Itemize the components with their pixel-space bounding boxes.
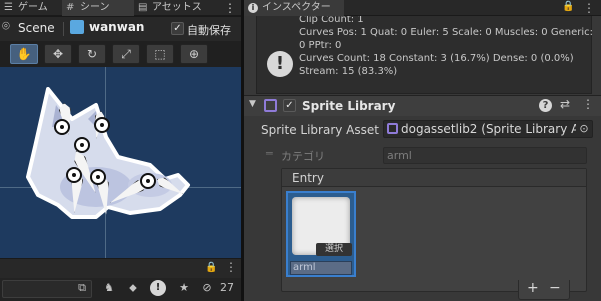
more-menu-icon[interactable]: ⋮ [224, 0, 236, 16]
gamepad-icon: ☰ [4, 2, 13, 13]
tab-assets[interactable]: ▤ アセットス [134, 0, 212, 16]
hidden-count-icon[interactable]: ⊘ [199, 279, 215, 297]
entry-item-selected[interactable]: 選択 arml [286, 191, 356, 277]
add-entry-button[interactable]: + [527, 280, 539, 296]
folder-icon: ▤ [138, 2, 148, 13]
scene-viewport[interactable] [0, 67, 241, 258]
entry-name-field[interactable]: arml [290, 261, 352, 275]
scene-label: Scene [18, 21, 55, 35]
create-icon[interactable]: ⧉ [74, 279, 90, 297]
info-line-4: Curves Count: 18 Constant: 3 (16.7%) Den… [299, 53, 574, 64]
tab-game-label: ゲーム [18, 2, 48, 13]
bone-joint[interactable] [54, 119, 70, 135]
left-tab-bar: ☰ ゲーム # シーン ▤ アセットス ⋮ [0, 0, 241, 16]
info-line-1: Clip Count: 1 [299, 16, 364, 25]
component-menu-icon[interactable]: ⋮ [582, 97, 594, 111]
dog-sprite[interactable] [0, 67, 241, 258]
tab-inspector-label: インスペクター [262, 2, 331, 13]
move-tool-button[interactable]: ✥ [44, 44, 72, 64]
info-line-5: Stream: 15 (83.3%) [299, 66, 398, 77]
sprite-library-icon [264, 99, 277, 112]
bone-joint[interactable] [90, 169, 106, 185]
category-value: arml [387, 149, 412, 162]
grid-icon: # [66, 2, 75, 13]
entry-select-button[interactable]: 選択 [316, 243, 352, 256]
entry-name: arml [293, 262, 316, 273]
info-line-2: Curves Pos: 1 Quat: 0 Euler: 5 Scale: 0 … [299, 27, 593, 38]
inspector-body: ! Clip Count: 1 Curves Pos: 1 Quat: 0 Eu… [244, 16, 601, 301]
more-menu-icon[interactable]: ⋮ [225, 260, 237, 274]
object-picker-icon[interactable]: ⊙ [576, 121, 592, 137]
tab-assets-label: アセットス [152, 2, 202, 13]
star-icon[interactable]: ★ [176, 279, 192, 297]
info-line-3: 0 PPtr: 0 [299, 40, 342, 51]
enabled-checkbox[interactable]: ✓ [283, 99, 296, 112]
scale-tool-button[interactable]: ⤢ [112, 44, 140, 64]
label-icon[interactable]: ⬥ [124, 279, 142, 297]
rect-tool-button[interactable]: ⬚ [146, 44, 174, 64]
warning-icon[interactable]: ! [150, 280, 166, 296]
tab-game[interactable]: ☰ ゲーム [0, 0, 62, 16]
asset-value: dogassetlib2 (Sprite Library As [401, 122, 586, 136]
transform-tool-button[interactable]: ⊕ [180, 44, 208, 64]
rotate-tool-button[interactable]: ↻ [78, 44, 106, 64]
bone-joint[interactable] [74, 137, 90, 153]
info-large-icon: ! [267, 51, 293, 77]
lock-icon[interactable]: 🔒 [562, 1, 574, 12]
divider [63, 22, 64, 36]
hidden-count: 27 [220, 281, 234, 294]
component-title: Sprite Library [302, 99, 396, 113]
tab-inspector[interactable]: i インスペクター [244, 0, 344, 16]
unity-icon: ⌾ [2, 19, 10, 34]
info-icon: i [248, 3, 258, 13]
bone-joint[interactable] [94, 117, 110, 133]
hand-tool-button[interactable]: ✋ [10, 44, 38, 64]
tool-strip: ✋ ✥ ↻ ⤢ ⬚ ⊕ [0, 41, 241, 67]
help-icon[interactable]: ? [539, 99, 552, 112]
category-field[interactable]: arml [383, 147, 587, 164]
object-name: wanwan [89, 20, 145, 34]
auto-save-label: 自動保存 [187, 24, 231, 37]
animation-info-box: ! Clip Count: 1 Curves Pos: 1 Quat: 0 Eu… [256, 16, 593, 94]
sprite-library-asset-field[interactable]: dogassetlib2 (Sprite Library As ⊙ [383, 120, 593, 138]
sprite-library-header[interactable]: ▼ ✓ Sprite Library ? ⇄ ⋮ [244, 96, 601, 116]
lock-icon[interactable]: 🔒 [205, 262, 217, 273]
inspector-tab-bar: i インスペクター 🔒 ⋮ [244, 0, 601, 16]
scene-toolbar: ⌾ Scene wanwan ✓ 自動保存 [0, 17, 241, 41]
bone-joint[interactable] [66, 167, 82, 183]
auto-save-checkbox[interactable]: ✓ [171, 22, 184, 35]
lower-panel-toolbar: ⧉ ♞ ⬥ ! ★ ⊘ 27 [0, 278, 241, 301]
bone-joint[interactable] [140, 173, 156, 189]
asset-icon [387, 123, 398, 134]
entry-header-label: Entry [292, 171, 324, 185]
cube-icon [70, 20, 84, 34]
tab-scene-label: シーン [80, 2, 110, 13]
foldout-arrow-icon[interactable]: ▼ [249, 99, 256, 109]
more-menu-icon[interactable]: ⋮ [583, 0, 595, 16]
preset-icon[interactable]: ⇄ [560, 97, 570, 111]
tab-scene[interactable]: # シーン [62, 0, 134, 16]
list-footer: + − [518, 280, 570, 300]
sprite-library-asset-label: Sprite Library Asset [261, 123, 379, 137]
remove-entry-button[interactable]: − [549, 280, 561, 296]
category-label: カテゴリ [281, 150, 325, 163]
filter-type-icon[interactable]: ♞ [100, 279, 118, 297]
entry-list: Entry 選択 arml [281, 168, 587, 292]
entry-header: Entry [282, 169, 586, 187]
drag-handle-icon[interactable]: ═ [266, 147, 273, 160]
lower-panel-header: 🔒 ⋮ [0, 258, 241, 278]
